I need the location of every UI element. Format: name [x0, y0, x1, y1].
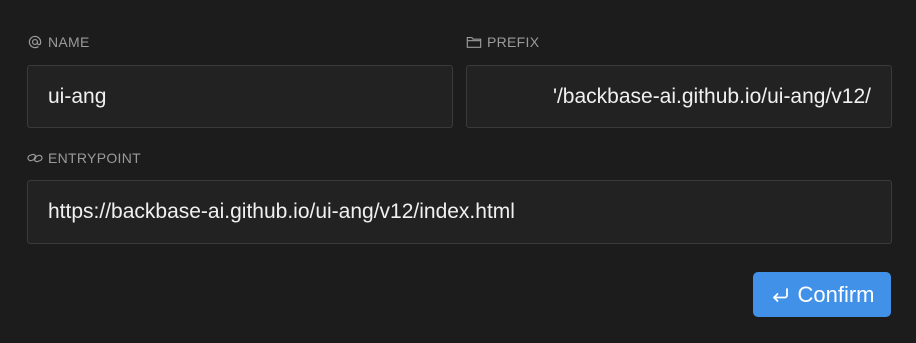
entrypoint-label: ENTRYPOINT: [27, 149, 141, 167]
prefix-field[interactable]: '/backbase-ai.github.io/ui-ang/v12/: [466, 65, 892, 128]
at-sign-icon: [27, 34, 43, 50]
prefix-label-text: PREFIX: [487, 34, 540, 50]
name-label: NAME: [27, 33, 90, 51]
confirm-button-label: Confirm: [797, 281, 875, 307]
confirm-button[interactable]: Confirm: [753, 272, 891, 317]
prefix-field-value: '/backbase-ai.github.io/ui-ang/v12/: [552, 84, 871, 108]
name-field[interactable]: ui-ang: [27, 65, 453, 128]
name-label-text: NAME: [48, 34, 90, 50]
entrypoint-label-text: ENTRYPOINT: [48, 150, 141, 166]
entrypoint-field[interactable]: https://backbase-ai.github.io/ui-ang/v12…: [27, 180, 892, 244]
name-field-value: ui-ang: [48, 84, 107, 108]
input-dialog: NAME PREFIX ui-ang '/backbase-ai.github.…: [0, 0, 916, 343]
enter-return-icon: [769, 284, 791, 306]
prefix-label: PREFIX: [466, 33, 539, 51]
folder-icon: [466, 34, 482, 50]
entrypoint-field-value: https://backbase-ai.github.io/ui-ang/v12…: [48, 200, 515, 223]
link-icon: [27, 150, 43, 166]
